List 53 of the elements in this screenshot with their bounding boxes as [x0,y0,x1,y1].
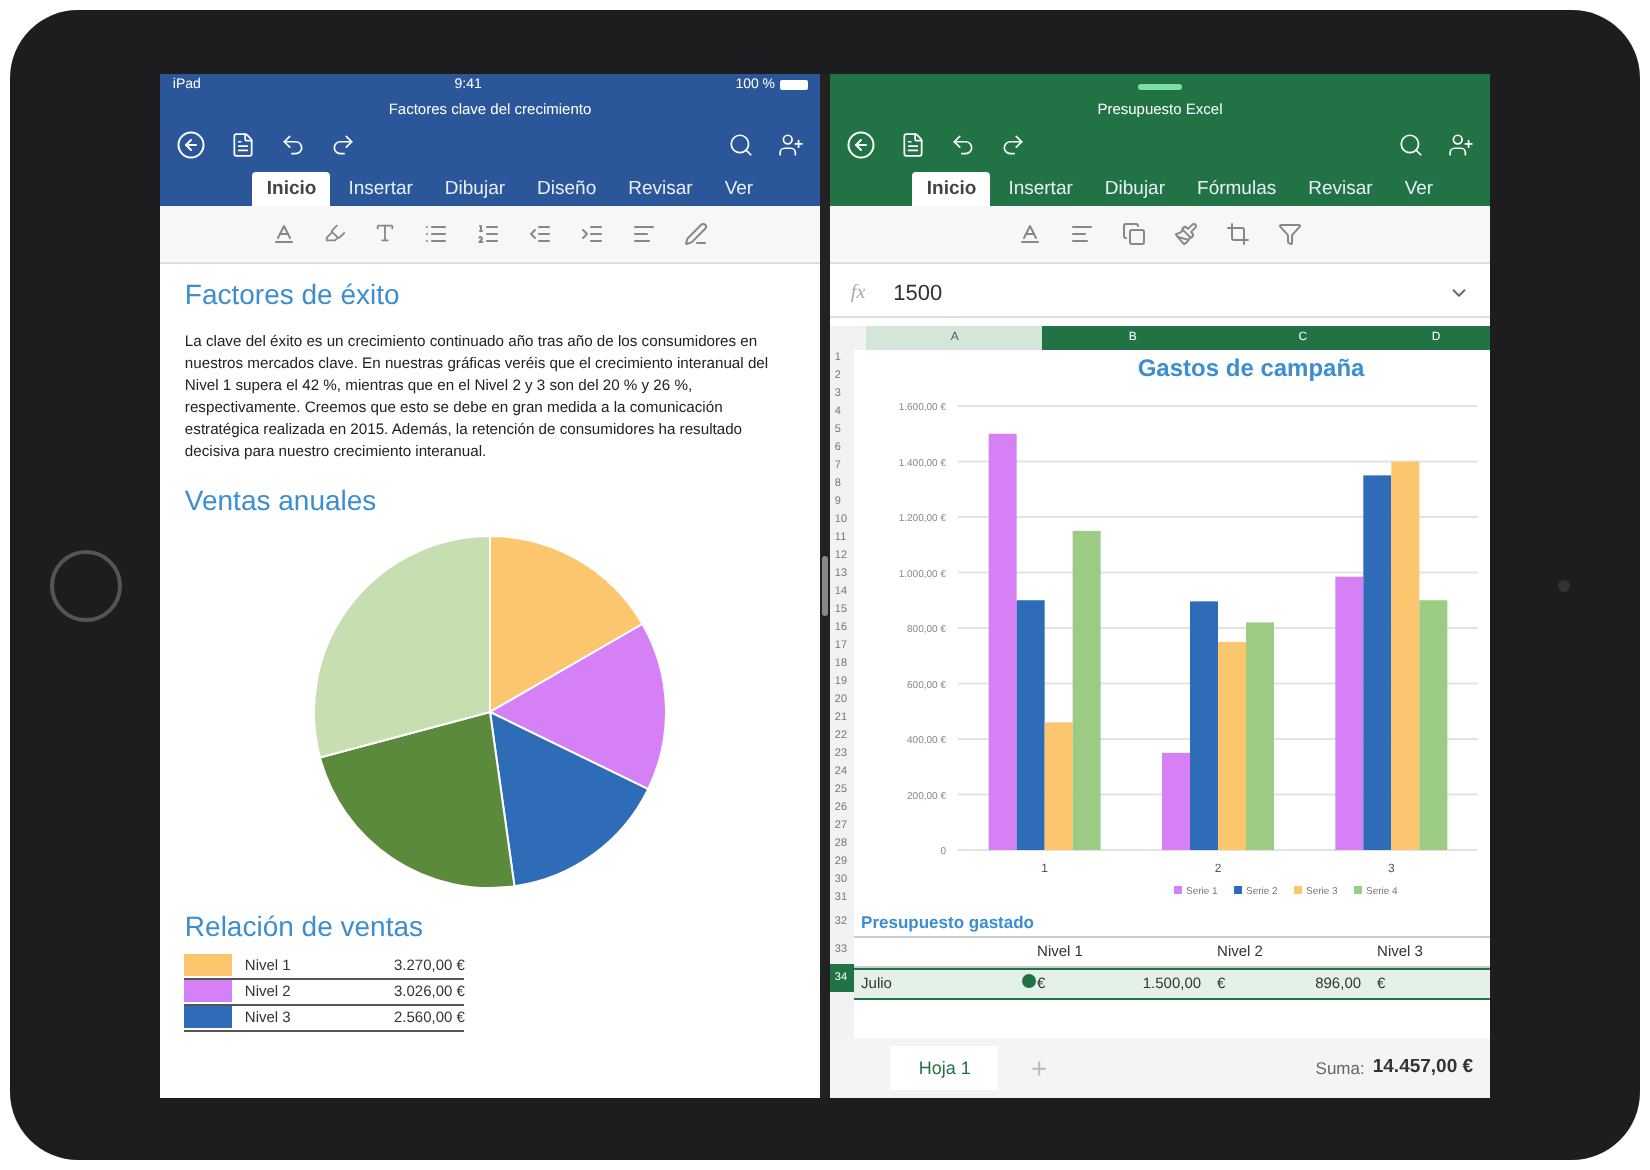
sum-label: Suma: [1315,1057,1365,1077]
redo-icon[interactable] [1000,132,1027,158]
ribbon-tab[interactable]: Diseño [523,171,611,205]
ribbon-tab[interactable]: Revisar [1294,171,1387,205]
section-heading: Factores de éxito [184,277,402,309]
font-icon[interactable] [1017,221,1042,245]
function-label: fx [850,282,866,304]
indent-icon[interactable] [579,221,604,245]
paragraph-icon[interactable] [631,221,656,245]
search-icon[interactable] [1397,132,1424,158]
split-handle[interactable] [821,555,828,615]
search-icon[interactable] [727,132,754,158]
undo-icon[interactable] [950,132,977,158]
ribbon-tab[interactable]: Revisar [614,171,707,205]
filter-icon[interactable] [1277,221,1302,245]
align-icon[interactable] [1069,221,1094,245]
paintbrush-icon[interactable] [1173,221,1198,245]
ribbon-tab[interactable]: Fórmulas [1183,171,1291,205]
section-heading: Ventas anuales [184,483,379,515]
document-icon[interactable] [900,132,927,158]
ribbon-tab[interactable]: Insertar [334,171,427,205]
ribbon-tab[interactable]: Dibujar [1090,171,1180,205]
back-icon[interactable] [846,130,877,160]
undo-icon[interactable] [280,132,307,158]
multitask-handle[interactable] [1137,83,1182,89]
formula-bar[interactable]: fx 1500 [830,271,1490,317]
back-icon[interactable] [176,130,207,160]
ribbon-tab[interactable]: Inicio [912,171,991,205]
pen-icon[interactable] [683,221,708,245]
formula-value: 1500 [893,281,945,305]
section-heading: Relación de ventas [184,909,425,941]
ribbon-tab[interactable]: Ver [1390,171,1448,205]
document-icon[interactable] [230,132,257,158]
share-icon[interactable] [1447,132,1474,158]
sheet-tab[interactable]: Hoja 1 [890,1045,999,1089]
home-button[interactable] [49,549,122,621]
ribbon-tab[interactable]: Dibujar [430,171,520,205]
sum-value: 14.457,00 € [1372,1056,1474,1078]
ribbon-tab[interactable]: Inicio [252,171,331,205]
chart-title: Gastos de campaña [1135,351,1367,385]
crop-icon[interactable] [1225,221,1250,245]
redo-icon[interactable] [330,132,357,158]
ribbon-tab[interactable]: Insertar [994,171,1087,205]
share-icon[interactable] [777,132,804,158]
table-title: Presupuesto gastado [859,911,1034,931]
numbered-list-icon[interactable] [475,221,500,245]
outdent-icon[interactable] [527,221,552,245]
battery-icon [779,80,808,90]
highlighter-icon[interactable] [323,222,346,244]
text-style-icon[interactable] [373,222,396,244]
ribbon-tab[interactable]: Ver [710,171,768,205]
font-icon[interactable] [271,221,296,245]
selection-handle[interactable] [1021,973,1036,987]
